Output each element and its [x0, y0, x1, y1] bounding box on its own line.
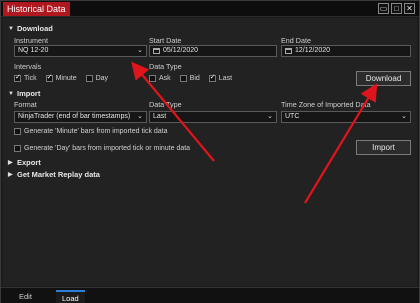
- content-panel: ▼ Download Instrument NQ 12-20 ⌄ Start D…: [3, 18, 417, 286]
- title-bar: Historical Data ▭ □ ✕: [1, 1, 419, 17]
- generate-minute-option[interactable]: Generate 'Minute' bars from imported tic…: [14, 128, 168, 135]
- calendar-icon: [153, 48, 160, 54]
- instrument-label: Instrument: [14, 36, 48, 45]
- window-title: Historical Data: [3, 2, 70, 16]
- window-controls: ▭ □ ✕: [378, 3, 415, 14]
- intervals-label: Intervals: [14, 62, 42, 71]
- expand-caret-icon: ▶: [8, 172, 13, 178]
- start-date-label: Start Date: [149, 36, 182, 45]
- datatype-last-checkbox[interactable]: Last: [208, 73, 232, 82]
- start-date-field[interactable]: 05/12/2020: [149, 45, 277, 57]
- market-replay-section-header[interactable]: ▶ Get Market Replay data: [8, 170, 100, 179]
- interval-tick-checkbox[interactable]: Tick: [14, 73, 37, 82]
- chevron-down-icon: ⌄: [137, 47, 143, 54]
- collapse-caret-icon: ▼: [8, 90, 14, 97]
- minimize-icon[interactable]: ▭: [378, 3, 389, 14]
- expand-caret-icon: ▶: [8, 160, 13, 166]
- collapse-caret-icon: ▼: [8, 25, 14, 32]
- tab-edit[interactable]: Edit: [13, 290, 38, 303]
- end-date-label: End Date: [281, 36, 311, 45]
- export-section-header[interactable]: ▶ Export: [8, 158, 41, 167]
- generate-day-option[interactable]: Generate 'Day' bars from imported tick o…: [14, 145, 190, 152]
- format-select[interactable]: NinjaTrader (end of bar timestamps) ⌄: [14, 111, 147, 123]
- datatype-bid-checkbox[interactable]: Bid: [179, 75, 200, 82]
- import-section-header[interactable]: ▼ Import: [8, 89, 40, 98]
- timezone-select[interactable]: UTC ⌄: [281, 111, 411, 123]
- close-icon[interactable]: ✕: [404, 3, 415, 14]
- bottom-tab-bar: Edit Load: [1, 287, 419, 303]
- datatype-ask-checkbox[interactable]: Ask: [149, 75, 171, 82]
- interval-minute-checkbox[interactable]: Minute: [45, 73, 77, 82]
- format-label: Format: [14, 100, 37, 109]
- end-date-field[interactable]: 12/12/2020: [281, 45, 411, 57]
- timezone-label: Time Zone of Imported Data: [281, 100, 371, 109]
- download-section-header[interactable]: ▼ Download: [8, 24, 53, 33]
- import-datatype-select[interactable]: Last ⌄: [149, 111, 277, 123]
- instrument-select[interactable]: NQ 12-20 ⌄: [14, 45, 147, 57]
- interval-day-checkbox[interactable]: Day: [85, 75, 108, 82]
- import-datatype-label: Data Type: [149, 100, 182, 109]
- tab-load[interactable]: Load: [56, 290, 85, 303]
- download-button[interactable]: Download: [356, 71, 411, 86]
- historical-data-window: Historical Data ▭ □ ✕ ▼ Download Instrum…: [0, 0, 420, 303]
- maximize-icon[interactable]: □: [391, 3, 402, 14]
- import-button[interactable]: Import: [356, 140, 411, 155]
- chevron-down-icon: ⌄: [401, 113, 407, 120]
- download-datatype-label: Data Type: [149, 62, 182, 71]
- intervals-checkboxes: Tick Minute Day: [14, 73, 114, 82]
- calendar-icon: [285, 48, 292, 54]
- chevron-down-icon: ⌄: [267, 113, 273, 120]
- datatype-checkboxes: Ask Bid Last: [149, 73, 238, 82]
- chevron-down-icon: ⌄: [137, 113, 143, 120]
